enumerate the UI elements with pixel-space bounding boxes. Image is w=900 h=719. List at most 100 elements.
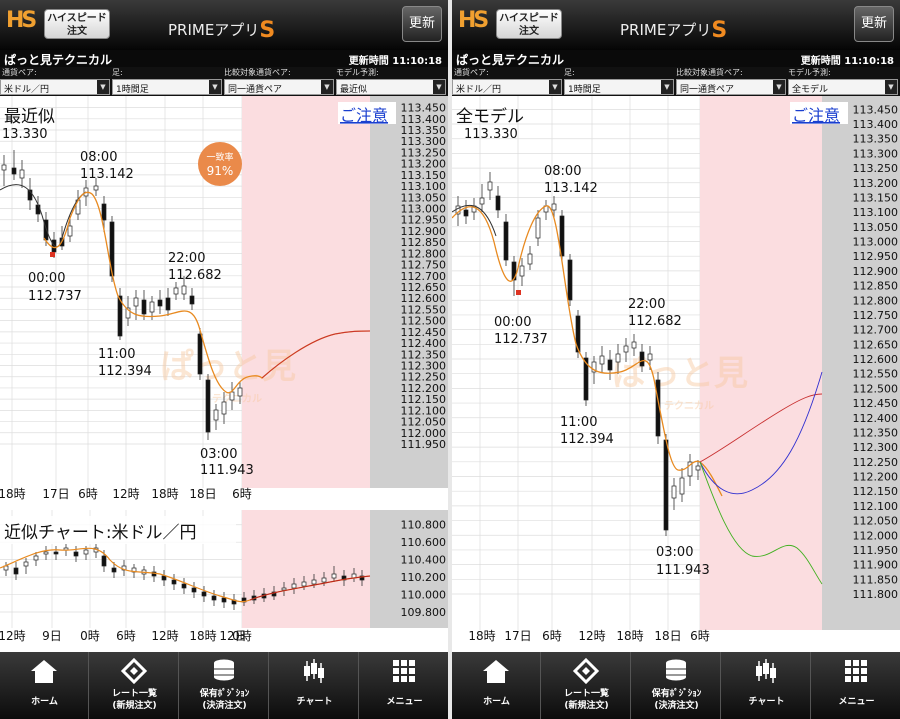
tab-label: 保有ﾎﾟｼﾞｼｮﾝ (決済注文)	[180, 688, 269, 712]
price-tick-label: 112.550	[853, 368, 899, 381]
candle-body	[43, 551, 49, 555]
bottom-tab-bar: ホーム レート一覧 (新規注文) 保有ﾎﾟｼﾞｼｮﾝ (決済注文) チャート メニュー	[452, 652, 900, 719]
candle-body	[67, 225, 73, 237]
price-tick-label: 109.800	[401, 606, 447, 619]
tab-menu[interactable]: メニュー	[360, 652, 448, 719]
time-tick-label: 9日	[42, 629, 62, 643]
notice-link[interactable]: ご注意	[792, 106, 840, 125]
tab-label: レート一覧 (新規注文)	[542, 688, 631, 712]
candle-body	[495, 195, 501, 211]
price-tick-label: 111.950	[853, 544, 899, 557]
annotation-time: 22:00	[168, 251, 205, 266]
candle-body	[281, 587, 287, 591]
tab-rate-list[interactable]: レート一覧 (新規注文)	[90, 652, 179, 719]
candle-body	[503, 221, 509, 261]
tab-positions[interactable]: 保有ﾎﾟｼﾞｼｮﾝ (決済注文)	[632, 652, 721, 719]
price-tick-label: 112.600	[853, 353, 899, 366]
price-tick-label: 112.500	[853, 382, 899, 395]
rate-list-icon	[119, 657, 149, 685]
tab-label: レート一覧 (新規注文)	[90, 688, 179, 712]
price-tick-label: 113.100	[853, 206, 899, 219]
candle-body	[607, 359, 613, 371]
tab-rate-list[interactable]: レート一覧 (新規注文)	[542, 652, 631, 719]
sub-forecast-region	[242, 510, 370, 628]
annotation-price: 112.394	[98, 364, 152, 379]
price-tick-label: 111.800	[853, 588, 899, 601]
candle-body	[311, 579, 317, 585]
time-tick-label: 18時	[0, 487, 26, 501]
grid-menu-icon	[841, 658, 871, 684]
tab-label-line1: チャート	[748, 697, 785, 707]
tab-label-line1: レート一覧	[111, 689, 157, 699]
price-tick-label: 112.850	[853, 280, 899, 293]
annotation-time: 03:00	[656, 545, 693, 560]
price-tick-label: 113.150	[853, 191, 899, 204]
tab-label: チャート	[722, 696, 811, 708]
candle-body	[291, 583, 297, 589]
time-tick-label: 12時	[578, 629, 605, 643]
annotation-price: 113.330	[464, 127, 518, 142]
annotation-price: 113.142	[80, 167, 134, 182]
annotation-price: 112.682	[168, 268, 222, 283]
candle-body	[161, 575, 167, 581]
price-tick-label: 110.000	[401, 589, 447, 602]
phone-screen-left: HS ハイスピード 注文 PRIMEアプリS 更新 ぱっと見テクニカル 更新時間…	[0, 0, 448, 719]
time-tick-label: 17日	[504, 629, 531, 643]
price-tick-label: 111.900	[853, 559, 899, 572]
tab-home[interactable]: ホーム	[452, 652, 541, 719]
tab-menu[interactable]: メニュー	[812, 652, 900, 719]
candle-body	[93, 185, 99, 191]
time-tick-label: 12時	[112, 487, 139, 501]
tab-label-line1: 保有ﾎﾟｼﾞｼｮﾝ	[199, 689, 250, 699]
price-tick-label: 112.800	[853, 294, 899, 307]
time-tick-label: 6時	[116, 629, 136, 643]
candle-body	[679, 477, 685, 495]
candle-body	[519, 265, 525, 277]
candle-body	[19, 169, 25, 179]
tab-positions[interactable]: 保有ﾎﾟｼﾞｼｮﾝ (決済注文)	[180, 652, 269, 719]
candle-body	[229, 391, 235, 401]
candle-body	[191, 587, 197, 593]
price-tick-label: 113.400	[853, 118, 899, 131]
time-tick-label: 18時	[468, 629, 495, 643]
home-icon	[29, 658, 59, 684]
candle-body	[211, 595, 217, 601]
tab-chart[interactable]: チャート	[270, 652, 359, 719]
candle-body	[197, 333, 203, 375]
price-tick-label: 113.200	[853, 177, 899, 190]
notice-link[interactable]: ご注意	[340, 106, 388, 125]
tab-label-line1: チャート	[296, 697, 333, 707]
price-tick-label: 113.250	[853, 162, 899, 175]
annotation-time: 00:00	[494, 315, 531, 330]
annotation-time: 11:00	[98, 347, 135, 362]
tab-label: チャート	[270, 696, 359, 708]
main-chart-area[interactable]: 113.450113.400113.350113.300113.250113.2…	[452, 0, 900, 652]
candle-body	[11, 167, 17, 175]
tab-chart[interactable]: チャート	[722, 652, 811, 719]
candle-body	[615, 353, 621, 363]
tab-label-line1: 保有ﾎﾟｼﾞｼｮﾝ	[651, 689, 702, 699]
anchor-marker	[516, 290, 521, 295]
candle-body	[133, 297, 139, 307]
time-tick-label: 6時	[232, 487, 252, 501]
main-chart-area[interactable]: 113.450113.400113.350113.300113.250113.2…	[0, 0, 448, 652]
candle-body	[527, 253, 533, 265]
annotation-price: 13.330	[2, 127, 48, 142]
candle-body	[463, 209, 469, 217]
candle-body	[205, 379, 211, 433]
svg-text:テクニカル: テクニカル	[664, 400, 714, 412]
price-tick-label: 112.200	[853, 471, 899, 484]
price-tick-label: 113.050	[853, 221, 899, 234]
phone-screen-right: HS ハイスピード 注文 PRIMEアプリS 更新 ぱっと見テクニカル 更新時間…	[452, 0, 900, 719]
tab-home[interactable]: ホーム	[0, 652, 89, 719]
candle-body	[189, 295, 195, 305]
tab-label-line2: (新規注文)	[564, 701, 609, 711]
price-tick-label: 112.450	[853, 397, 899, 410]
annotation-price: 113.142	[544, 181, 598, 196]
candle-body	[53, 551, 59, 555]
annotation-price: 112.394	[560, 432, 614, 447]
price-tick-label: 111.850	[853, 573, 899, 586]
candle-body	[631, 341, 637, 349]
price-tick-label: 112.900	[853, 265, 899, 278]
time-tick-label: 18日	[654, 629, 681, 643]
